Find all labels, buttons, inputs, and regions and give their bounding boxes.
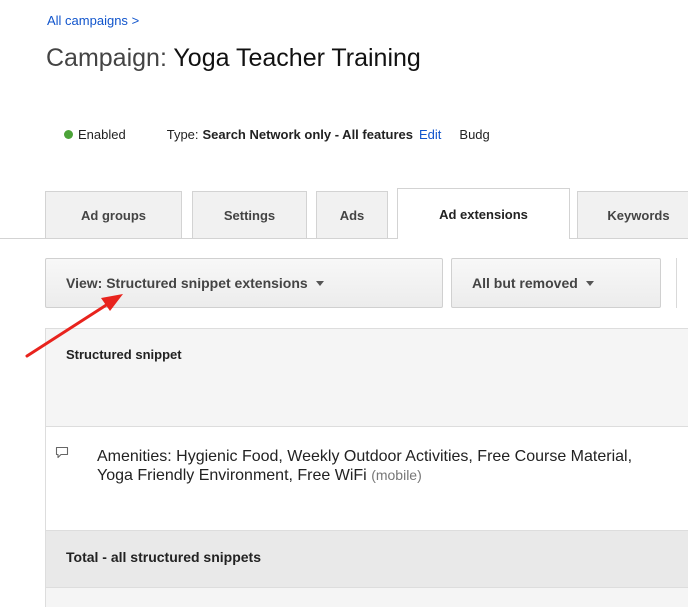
snippet-text: Amenities: Hygienic Food, Weekly Outdoor…: [97, 447, 667, 485]
status-dot-icon: [64, 130, 73, 139]
type-label: Type:: [166, 127, 199, 142]
type-value: Search Network only - All features: [202, 127, 413, 142]
tab-ad-groups[interactable]: Ad groups: [45, 191, 182, 238]
comment-icon[interactable]: [55, 446, 69, 459]
breadcrumb[interactable]: All campaigns >: [47, 13, 139, 28]
status-enabled-label[interactable]: Enabled: [78, 127, 126, 142]
table-header: Structured snippet: [46, 328, 688, 427]
campaign-tabs: Ad groups Settings Ads Ad extensions Key…: [0, 188, 688, 239]
tab-keywords[interactable]: Keywords: [577, 191, 688, 238]
tab-settings[interactable]: Settings: [192, 191, 307, 238]
tab-ad-extensions[interactable]: Ad extensions: [397, 188, 570, 239]
page-title-prefix: Campaign:: [46, 44, 167, 72]
edit-type-link[interactable]: Edit: [419, 127, 441, 142]
table-total-row: Total - all structured snippets: [46, 530, 688, 588]
table-footer: [46, 588, 688, 607]
tab-ads[interactable]: Ads: [316, 191, 388, 238]
filter-dropdown-label: All but removed: [472, 275, 578, 291]
status-filter-dropdown[interactable]: All but removed: [451, 258, 661, 308]
breadcrumb-separator: >: [131, 13, 140, 28]
column-header-structured-snippet[interactable]: Structured snippet: [66, 347, 182, 362]
toolbar-divider: [676, 258, 677, 308]
campaign-status-row: Enabled Type: Search Network only - All …: [64, 127, 490, 142]
view-extension-type-dropdown[interactable]: View: Structured snippet extensions: [45, 258, 443, 308]
snippet-values: Amenities: Hygienic Food, Weekly Outdoor…: [97, 448, 633, 484]
chevron-down-icon: [585, 280, 594, 286]
view-dropdown-label: View: Structured snippet extensions: [66, 275, 308, 291]
extensions-toolbar: View: Structured snippet extensions All …: [0, 258, 688, 308]
breadcrumb-all-campaigns-link[interactable]: All campaigns: [47, 13, 128, 28]
tabs-baseline-right: [570, 238, 688, 239]
snippet-device: (mobile): [371, 467, 422, 483]
budget-label: Budg: [459, 127, 490, 142]
total-label: Total - all structured snippets: [66, 549, 261, 565]
chevron-down-icon: [315, 280, 324, 286]
tabs-baseline-left: [0, 238, 397, 239]
campaign-name: Yoga Teacher Training: [173, 44, 421, 72]
page-title: Campaign: Yoga Teacher Training: [46, 44, 421, 73]
